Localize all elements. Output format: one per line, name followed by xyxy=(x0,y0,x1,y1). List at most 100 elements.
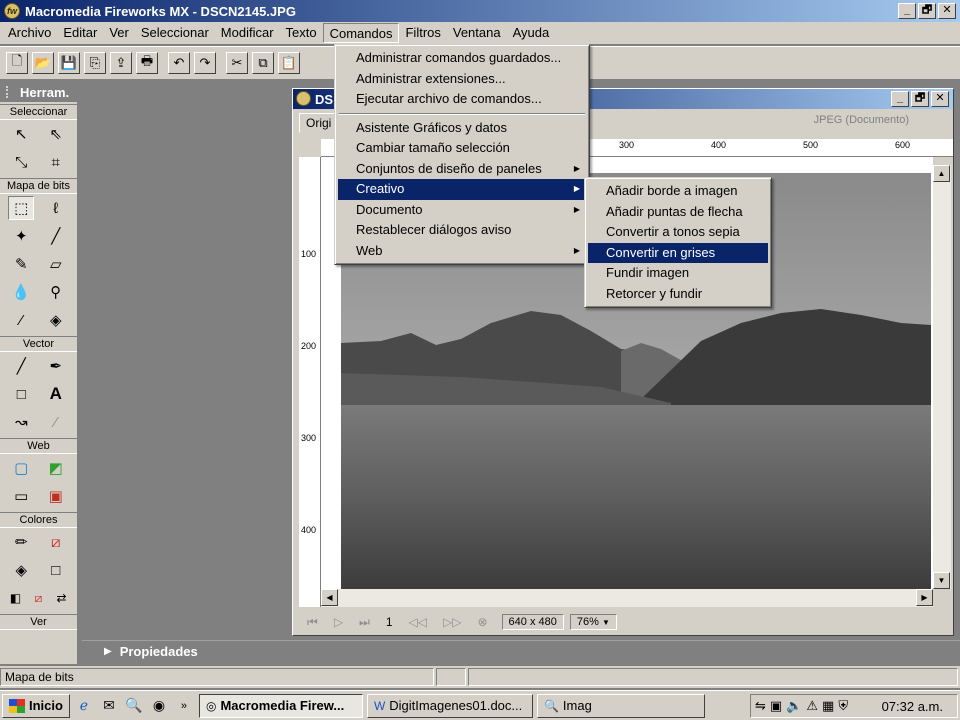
internet-explorer-icon[interactable]: ℯ xyxy=(73,695,95,717)
menu-item-anadir-borde[interactable]: Añadir borde a imagen xyxy=(588,181,768,202)
antivirus-icon[interactable]: ⛨ xyxy=(838,698,848,714)
hotspot-tool-icon[interactable]: ▢ xyxy=(8,456,34,480)
menu-editar[interactable]: Editar xyxy=(57,23,103,43)
brush-tool-icon[interactable]: ╱ xyxy=(43,224,69,248)
menu-item-documento[interactable]: Documento ▶ xyxy=(338,200,586,221)
scroll-right-icon[interactable]: ▶ xyxy=(916,589,933,606)
eraser-tool-icon[interactable]: ▱ xyxy=(43,252,69,276)
menu-ver[interactable]: Ver xyxy=(103,23,135,43)
export-icon[interactable]: ⇪ xyxy=(110,52,132,74)
menu-texto[interactable]: Texto xyxy=(280,23,323,43)
eyedropper-tool-icon[interactable]: ⁄ xyxy=(8,308,34,332)
security-icon[interactable]: ⚠ xyxy=(806,698,818,714)
save-icon[interactable]: 💾 xyxy=(58,52,80,74)
vertical-scrollbar[interactable]: ▲ ▼ xyxy=(933,165,951,589)
pencil-tool-icon[interactable]: ✎ xyxy=(8,252,34,276)
line-tool-icon[interactable]: ╱ xyxy=(8,354,34,378)
prev-frame-icon[interactable]: ◁◁ xyxy=(409,615,427,629)
menu-item-ejecutar-archivo[interactable]: Ejecutar archivo de comandos... xyxy=(338,89,586,110)
outlook-express-icon[interactable]: ✉ xyxy=(98,695,120,717)
menu-archivo[interactable]: Archivo xyxy=(2,23,57,43)
menu-filtros[interactable]: Filtros xyxy=(399,23,446,43)
menu-item-anadir-puntas-flecha[interactable]: Añadir puntas de flecha xyxy=(588,202,768,223)
import-icon[interactable]: ⎘ xyxy=(84,52,106,74)
menu-item-creativo[interactable]: Creativo ▶ xyxy=(338,179,586,200)
marquee-tool-icon[interactable]: ⬚ xyxy=(8,196,35,220)
rectangle-tool-icon[interactable]: □ xyxy=(8,382,34,406)
fill-swatch-icon[interactable]: □ xyxy=(43,558,69,582)
menu-item-conjuntos-diseno[interactable]: Conjuntos de diseño de paneles ▶ xyxy=(338,159,586,180)
scroll-up-icon[interactable]: ▲ xyxy=(933,165,950,182)
scale-tool-icon[interactable]: ⤡ xyxy=(8,150,34,174)
fireworks-app-icon[interactable]: fw xyxy=(4,3,20,19)
menu-item-restablecer-dialogos[interactable]: Restablecer diálogos aviso xyxy=(338,220,586,241)
crop-tool-icon[interactable]: ⌗ xyxy=(43,150,69,174)
menu-item-administrar-comandos[interactable]: Administrar comandos guardados... xyxy=(338,48,586,69)
menu-ventana[interactable]: Ventana xyxy=(447,23,507,43)
default-colors-icon[interactable]: ◧ xyxy=(4,586,27,610)
blur-tool-icon[interactable]: 💧 xyxy=(8,280,34,304)
menu-comandos[interactable]: Comandos xyxy=(322,23,400,43)
printer-tray-icon[interactable]: ▦ xyxy=(822,698,834,714)
no-color-icon[interactable]: ⧄ xyxy=(27,586,50,610)
text-tool-icon[interactable]: A xyxy=(43,382,69,406)
play-icon[interactable]: ▷ xyxy=(334,615,343,629)
hide-slices-icon[interactable]: ▭ xyxy=(8,484,34,508)
copy-icon[interactable]: ⧉ xyxy=(252,52,274,74)
properties-panel[interactable]: ▶ Propiedades xyxy=(82,640,960,662)
search-icon[interactable]: 🔍 xyxy=(123,695,145,717)
menu-item-web[interactable]: Web ▶ xyxy=(338,241,586,262)
cut-icon[interactable]: ✂ xyxy=(226,52,248,74)
fill-color-icon[interactable]: ◈ xyxy=(8,558,34,582)
menu-item-convertir-sepia[interactable]: Convertir a tonos sepia xyxy=(588,222,768,243)
magic-wand-tool-icon[interactable]: ✦ xyxy=(8,224,34,248)
tab-original[interactable]: Origi xyxy=(299,113,339,133)
scroll-left-icon[interactable]: ◀ xyxy=(321,589,338,606)
taskbar-clock[interactable]: 07:32 a.m. xyxy=(882,699,943,714)
quick-launch-more-icon[interactable]: » xyxy=(173,695,195,717)
new-file-icon[interactable]: 🗋 xyxy=(6,52,28,74)
doc-restore-button[interactable]: 🗗 xyxy=(911,91,929,107)
restore-button[interactable]: 🗗 xyxy=(918,3,936,19)
lasso-tool-icon[interactable]: ℓ xyxy=(43,196,69,220)
monitor-icon[interactable]: ▣ xyxy=(770,698,782,714)
horizontal-scrollbar[interactable]: ◀ ▶ xyxy=(321,589,933,607)
next-frame-icon[interactable]: ▷▷ xyxy=(443,615,461,629)
menu-item-administrar-extensiones[interactable]: Administrar extensiones... xyxy=(338,69,586,90)
open-folder-icon[interactable]: 📂 xyxy=(32,52,54,74)
tools-panel-title[interactable]: Herram. xyxy=(0,82,77,102)
menu-item-fundir-imagen[interactable]: Fundir imagen xyxy=(588,263,768,284)
task-fireworks[interactable]: ◎ Macromedia Firew... xyxy=(198,693,363,718)
minimize-button[interactable]: _ xyxy=(898,3,916,19)
pointer-tool-icon[interactable]: ↖ xyxy=(8,122,34,146)
redo-icon[interactable]: ↷ xyxy=(194,52,216,74)
stroke-color-icon[interactable]: ✏ xyxy=(8,530,34,554)
slice-tool-icon[interactable]: ◩ xyxy=(43,456,69,480)
volume-icon[interactable]: 🔈 xyxy=(786,698,802,714)
last-frame-icon[interactable]: ⏭ xyxy=(359,615,370,630)
subselect-tool-icon[interactable]: ⇖ xyxy=(43,122,69,146)
expand-triangle-icon[interactable]: ▶ xyxy=(104,646,112,657)
scroll-down-icon[interactable]: ▼ xyxy=(933,572,950,589)
menu-ayuda[interactable]: Ayuda xyxy=(507,23,556,43)
zoom-select[interactable]: 76% ▼ xyxy=(569,614,617,630)
menu-item-asistente-graficos[interactable]: Asistente Gráficos y datos xyxy=(338,118,586,139)
first-frame-icon[interactable]: ⏮ xyxy=(307,615,318,630)
swap-colors-icon[interactable]: ⇄ xyxy=(50,586,73,610)
menu-seleccionar[interactable]: Seleccionar xyxy=(135,23,215,43)
print-icon[interactable]: 🖶 xyxy=(136,52,158,74)
undo-icon[interactable]: ↶ xyxy=(168,52,190,74)
knife-tool-icon[interactable]: ⁄ xyxy=(43,410,69,434)
pen-tool-icon[interactable]: ✒ xyxy=(43,354,69,378)
stroke-swatch-icon[interactable]: ⧄ xyxy=(43,530,69,554)
menu-item-convertir-grises[interactable]: Convertir en grises xyxy=(588,242,768,263)
menu-item-retorcer-fundir[interactable]: Retorcer y fundir xyxy=(588,284,768,305)
start-button[interactable]: Inicio xyxy=(2,693,70,718)
network-icon[interactable]: ⇋ xyxy=(755,698,766,714)
menu-modificar[interactable]: Modificar xyxy=(215,23,280,43)
task-imag[interactable]: 🔍 Imag xyxy=(536,693,705,718)
close-button[interactable]: ✕ xyxy=(938,3,956,19)
media-player-icon[interactable]: ◉ xyxy=(148,695,170,717)
task-word-document[interactable]: W DigitImagenes01.doc... xyxy=(366,693,533,718)
stop-icon[interactable]: ⊗ xyxy=(477,615,487,629)
